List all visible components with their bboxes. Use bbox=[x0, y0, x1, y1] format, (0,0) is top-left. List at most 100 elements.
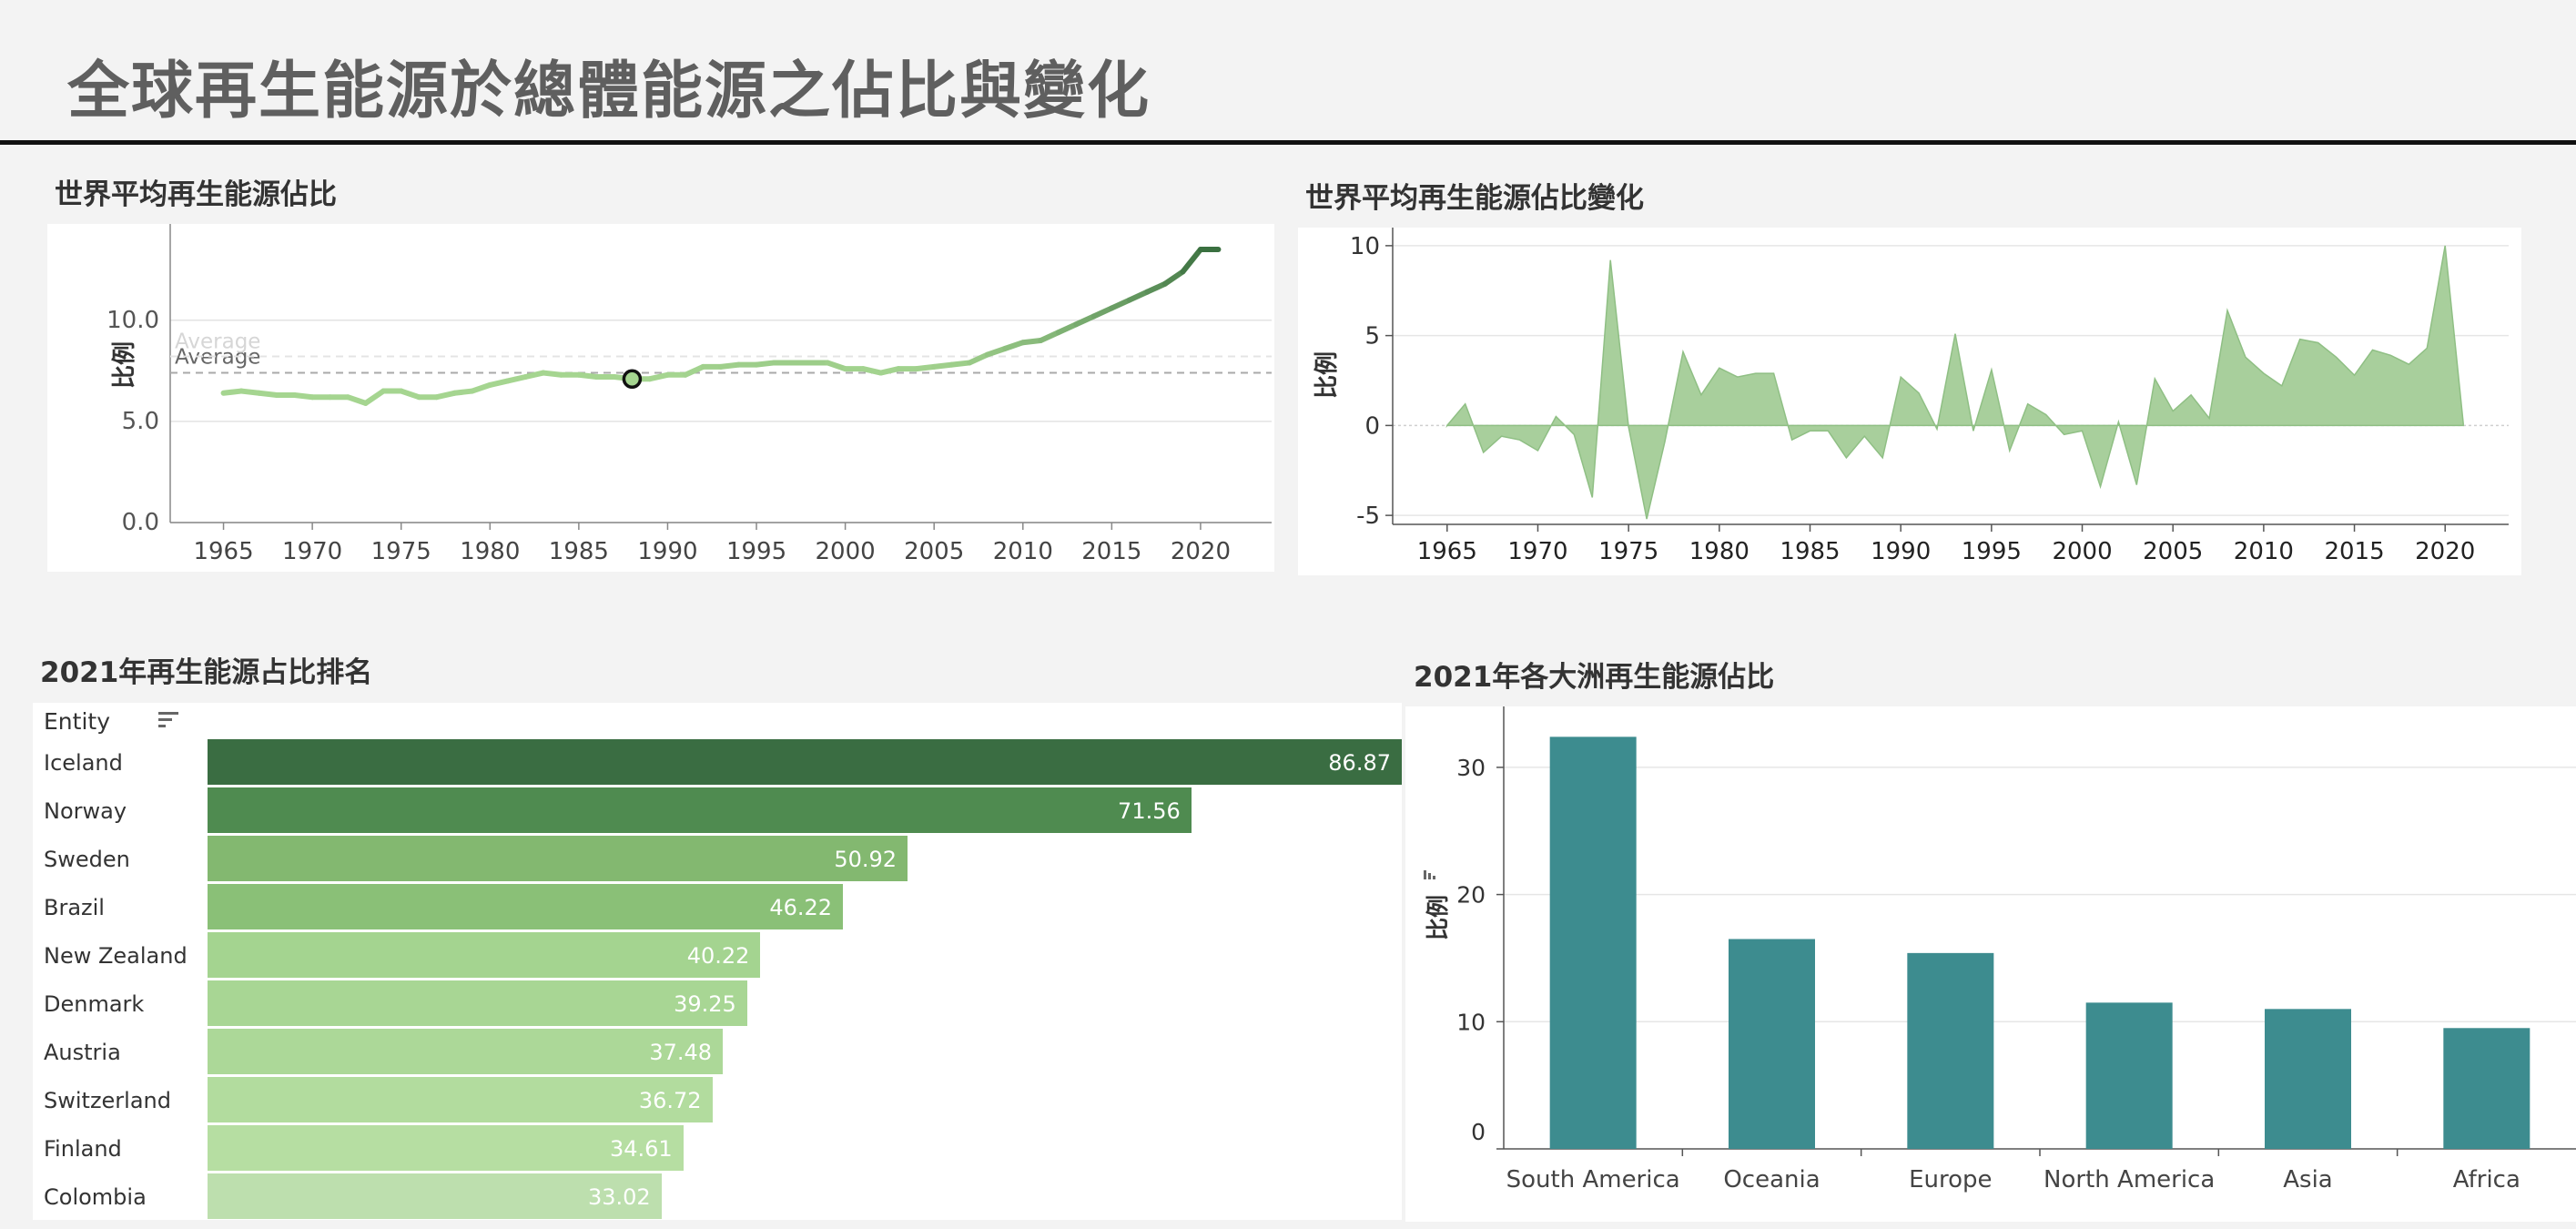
y-tick-label: 0.0 bbox=[122, 509, 159, 536]
line-segment bbox=[1002, 340, 1026, 351]
world-avg-line-chart[interactable]: 0.0 5.0 10.0 1965 1970 1975 1980 1985 1990 1995 20… bbox=[47, 224, 1274, 572]
table-row[interactable]: Finland 34.61 bbox=[33, 1125, 1402, 1173]
bar bbox=[2265, 1009, 2351, 1149]
y-tick-label: 10 bbox=[1350, 233, 1380, 260]
value-bar: 50.92 bbox=[208, 836, 908, 881]
y-axis-label: 比例 bbox=[1313, 351, 1341, 399]
continents-bar-chart[interactable]: 0 10 20 30 比例 South America Oceania Europe North… bbox=[1405, 706, 2576, 1222]
world-change-title: 世界平均再生能源佔比變化 bbox=[1305, 182, 1644, 215]
entity-label: Colombia bbox=[44, 1184, 147, 1210]
table-row[interactable]: Iceland 86.87 bbox=[33, 739, 1402, 787]
bar bbox=[2085, 1002, 2173, 1149]
line-segment bbox=[487, 378, 511, 388]
highlighted-point bbox=[622, 369, 643, 389]
x-tick-label: 2000 bbox=[816, 538, 876, 565]
line-segment bbox=[682, 363, 706, 378]
world-change-chart[interactable]: -5 0 5 10 1965 1970 1975 1980 1985 1990 1995 2000 20… bbox=[1298, 228, 2521, 575]
table-row[interactable]: Austria 37.48 bbox=[33, 1029, 1402, 1077]
table-row[interactable]: Colombia 33.02 bbox=[33, 1173, 1402, 1222]
x-tick-label: 1965 bbox=[193, 538, 253, 565]
x-tick-label: 2000 bbox=[2052, 538, 2112, 565]
x-tick-label: 1970 bbox=[282, 538, 342, 565]
line-segment bbox=[825, 360, 848, 372]
value-label: 37.48 bbox=[649, 1040, 713, 1065]
x-tick-label: 2010 bbox=[993, 538, 1053, 565]
continents-title: 2021年各大洲再生能源佔比 bbox=[1414, 661, 1775, 694]
value-bar: 86.87 bbox=[208, 739, 1402, 785]
line-segment bbox=[1073, 313, 1097, 328]
table-row[interactable]: Switzerland 36.72 bbox=[33, 1077, 1402, 1125]
continents-chart[interactable]: 0 10 20 30 比例 South America Oceania Europe North… bbox=[1405, 706, 2576, 1222]
line-segment bbox=[984, 345, 1009, 358]
page-title: 全球再生能源於總體能源之佔比與變化 bbox=[67, 56, 1151, 127]
line-segment bbox=[1109, 297, 1132, 311]
y-tick-label: 10 bbox=[1456, 1009, 1486, 1035]
world-change-area-chart[interactable]: -5 0 5 10 1965 1970 1975 1980 1985 1990 1995 2000 20… bbox=[1298, 228, 2521, 575]
x-tick-label: 1985 bbox=[1780, 538, 1840, 565]
table-row[interactable]: Norway 71.56 bbox=[33, 787, 1402, 836]
ranking-table[interactable]: Entity Iceland 86.87 Norway 71.56 Sweden 50.9… bbox=[33, 703, 1402, 1220]
x-tick-label: 1980 bbox=[460, 538, 520, 565]
table-row[interactable]: New Zealand 40.22 bbox=[33, 932, 1402, 980]
entity-label: Norway bbox=[44, 798, 127, 824]
y-tick-label: 0 bbox=[1471, 1119, 1486, 1145]
line-segment bbox=[1038, 330, 1061, 343]
x-tick-label: 2005 bbox=[904, 538, 964, 565]
line-segment bbox=[1161, 269, 1186, 287]
x-tick-label: 2010 bbox=[2234, 538, 2294, 565]
sort-indicator-icon bbox=[1424, 870, 1435, 879]
average-label-faint: Average bbox=[175, 330, 260, 354]
entity-label: Austria bbox=[44, 1040, 121, 1065]
line-segment bbox=[877, 366, 902, 376]
x-tick-label: 1995 bbox=[726, 538, 786, 565]
x-tick-label: 2005 bbox=[2143, 538, 2203, 565]
value-label: 36.72 bbox=[638, 1088, 702, 1113]
value-label: 46.22 bbox=[769, 895, 833, 920]
table-row[interactable]: Denmark 39.25 bbox=[33, 980, 1402, 1029]
sort-icon[interactable] bbox=[158, 712, 180, 732]
x-tick-label: Europe bbox=[1909, 1166, 1992, 1193]
value-bar: 36.72 bbox=[208, 1077, 713, 1122]
x-tick-label: 1985 bbox=[549, 538, 609, 565]
value-bar: 39.25 bbox=[208, 980, 747, 1026]
value-label: 39.25 bbox=[674, 991, 736, 1017]
value-bar: 34.61 bbox=[208, 1125, 684, 1171]
value-bar: 40.22 bbox=[208, 932, 761, 978]
y-tick-label: 5.0 bbox=[122, 408, 159, 435]
x-tick-label: Asia bbox=[2283, 1166, 2333, 1193]
world-avg-chart[interactable]: 0.0 5.0 10.0 1965 1970 1975 1980 1985 1990 1995 20… bbox=[47, 224, 1274, 572]
y-tick-label: 30 bbox=[1456, 755, 1486, 781]
value-bar: 37.48 bbox=[208, 1029, 724, 1074]
value-bar: 71.56 bbox=[208, 787, 1192, 833]
sort-indicator-bar bbox=[1433, 876, 1435, 879]
value-label: 33.02 bbox=[587, 1184, 651, 1210]
table-row[interactable]: Sweden 50.92 bbox=[33, 836, 1402, 884]
bar bbox=[1729, 939, 1815, 1149]
title-divider bbox=[0, 140, 2576, 145]
ranking-header: Entity bbox=[33, 703, 1402, 739]
x-tick-label: 2015 bbox=[2324, 538, 2384, 565]
x-tick-label: 1990 bbox=[637, 538, 697, 565]
entity-label: Iceland bbox=[44, 750, 123, 776]
x-tick-label: Oceania bbox=[1723, 1166, 1820, 1193]
x-tick-label: 2020 bbox=[1171, 538, 1231, 565]
x-tick-label: Africa bbox=[2453, 1166, 2520, 1193]
line-segment bbox=[504, 374, 529, 384]
value-label: 50.92 bbox=[834, 847, 898, 872]
table-row[interactable]: Brazil 46.22 bbox=[33, 884, 1402, 932]
y-axis-label: 比例 bbox=[1425, 895, 1451, 940]
sort-indicator-bar bbox=[1428, 873, 1431, 879]
line-segment bbox=[1180, 247, 1203, 275]
x-tick-label: 1970 bbox=[1507, 538, 1567, 565]
value-label: 34.61 bbox=[609, 1136, 673, 1162]
value-label: 40.22 bbox=[686, 943, 750, 969]
entity-label: New Zealand bbox=[44, 943, 188, 969]
y-axis-label: 比例 bbox=[111, 341, 138, 389]
line-segment bbox=[860, 366, 884, 376]
ranking-title: 2021年再生能源占比排名 bbox=[40, 656, 373, 689]
entity-label: Denmark bbox=[44, 991, 145, 1017]
entity-label: Sweden bbox=[44, 847, 130, 872]
x-tick-label: 2015 bbox=[1081, 538, 1141, 565]
y-tick-label: -5 bbox=[1356, 503, 1380, 530]
line-segment bbox=[345, 394, 369, 406]
